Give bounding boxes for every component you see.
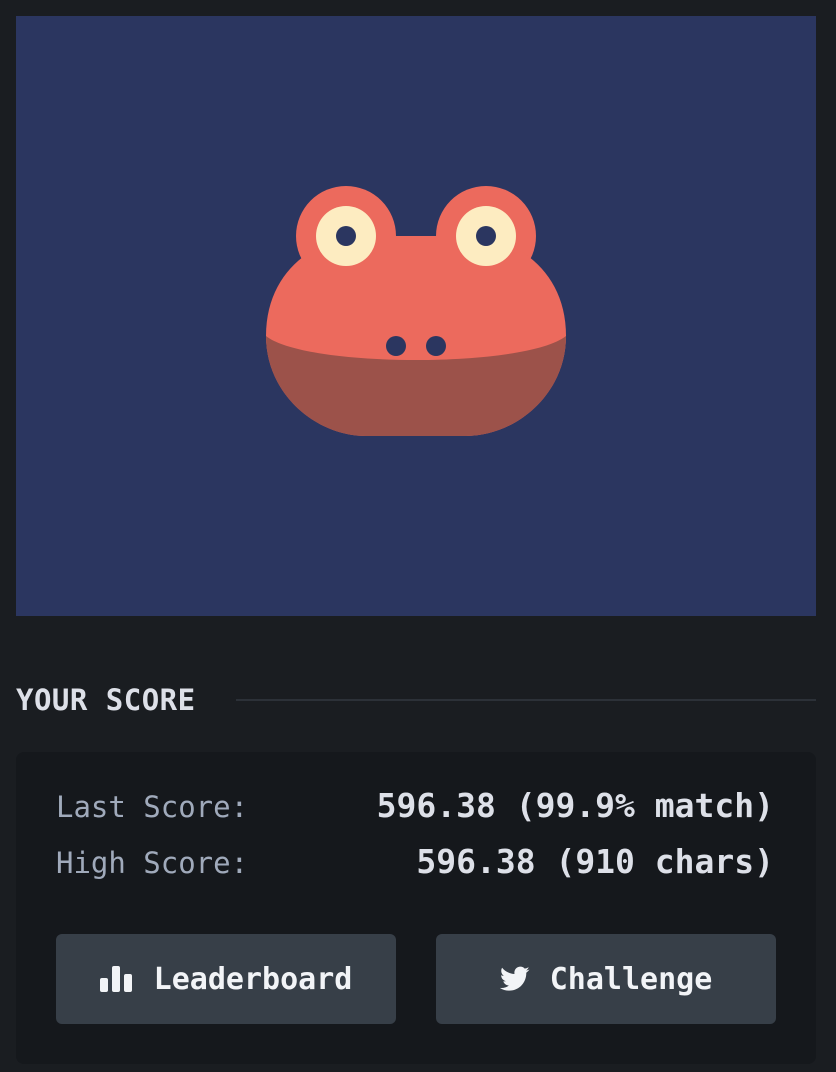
frog-left-nostril: [386, 336, 406, 356]
frog-left-pupil: [336, 226, 356, 246]
frog-right-pupil: [476, 226, 496, 246]
frog-illustration: [16, 16, 816, 616]
leaderboard-button-label: Leaderboard: [153, 961, 353, 997]
twitter-bird-icon: [499, 966, 530, 992]
frog-right-nostril: [426, 336, 446, 356]
high-score-label: High Score:: [56, 846, 249, 880]
high-score-row: High Score: 596.38 (910 chars): [56, 842, 774, 881]
challenge-button-label: Challenge: [549, 961, 713, 997]
last-score-row: Last Score: 596.38 (99.9% match): [56, 786, 774, 825]
bar-chart-icon: [99, 966, 134, 992]
high-score-value: 596.38 (910 chars): [416, 842, 774, 881]
score-card: Last Score: 596.38 (99.9% match) High Sc…: [16, 752, 816, 1064]
score-section-header: YOUR SCORE: [16, 678, 816, 722]
challenge-button[interactable]: Challenge: [436, 934, 776, 1024]
last-score-value: 596.38 (99.9% match): [376, 786, 774, 825]
section-divider: [235, 699, 816, 701]
last-score-label: Last Score:: [56, 790, 249, 824]
section-title: YOUR SCORE: [16, 683, 196, 717]
target-image-canvas: [16, 16, 816, 616]
leaderboard-button[interactable]: Leaderboard: [56, 934, 396, 1024]
